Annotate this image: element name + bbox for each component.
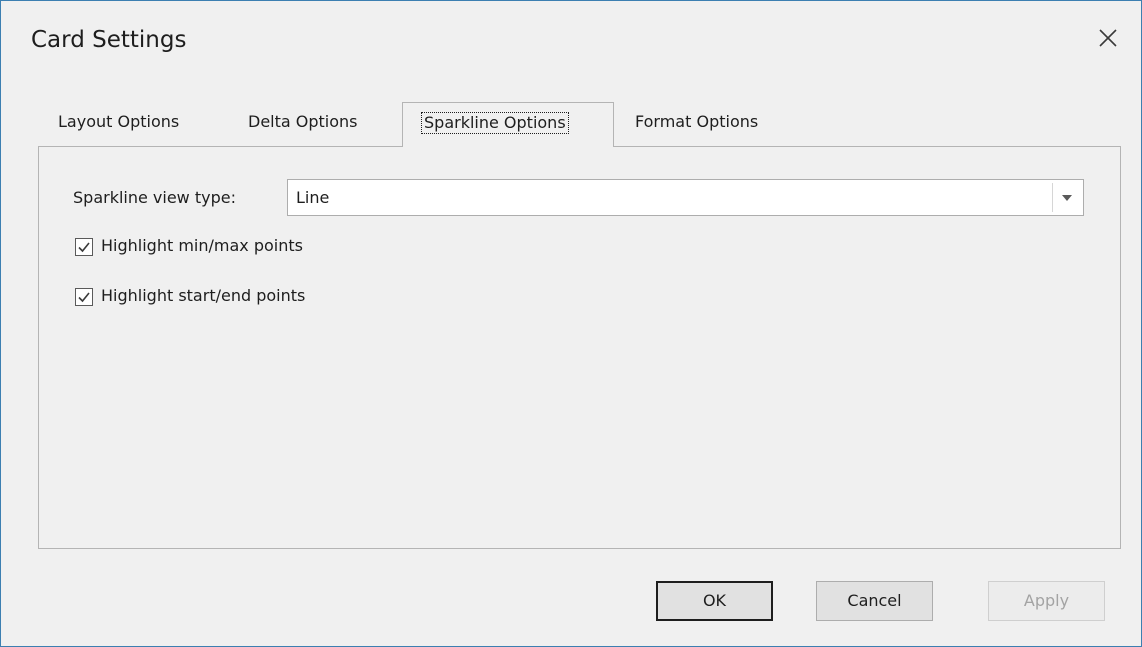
cancel-button[interactable]: Cancel — [816, 581, 933, 621]
highlight-minmax-label: Highlight min/max points — [101, 236, 303, 255]
tab-format-options[interactable]: Format Options — [635, 112, 758, 131]
highlight-startend-label: Highlight start/end points — [101, 286, 306, 305]
card-settings-dialog: Card Settings Layout Options Delta Optio… — [0, 0, 1142, 647]
ok-button[interactable]: OK — [656, 581, 773, 621]
dropdown-button[interactable] — [1052, 183, 1080, 212]
checkmark-icon — [78, 292, 90, 303]
sparkline-view-type-label: Sparkline view type: — [73, 188, 236, 207]
sparkline-view-type-select[interactable]: Line — [287, 179, 1084, 216]
highlight-startend-checkbox[interactable] — [75, 288, 93, 306]
tab-sparkline-options[interactable]: Sparkline Options — [402, 102, 614, 147]
tab-sparkline-options-label: Sparkline Options — [421, 112, 569, 134]
tab-delta-options[interactable]: Delta Options — [248, 112, 358, 131]
tab-layout-options[interactable]: Layout Options — [58, 112, 179, 131]
dialog-title: Card Settings — [31, 27, 187, 53]
apply-button: Apply — [988, 581, 1105, 621]
close-icon — [1099, 29, 1117, 47]
close-button[interactable] — [1093, 23, 1123, 53]
chevron-down-icon — [1062, 195, 1072, 201]
highlight-minmax-checkbox[interactable] — [75, 238, 93, 256]
sparkline-options-panel: Sparkline view type: Line Highlight min/… — [38, 146, 1121, 549]
sparkline-view-type-value: Line — [296, 188, 330, 207]
checkmark-icon — [78, 242, 90, 253]
